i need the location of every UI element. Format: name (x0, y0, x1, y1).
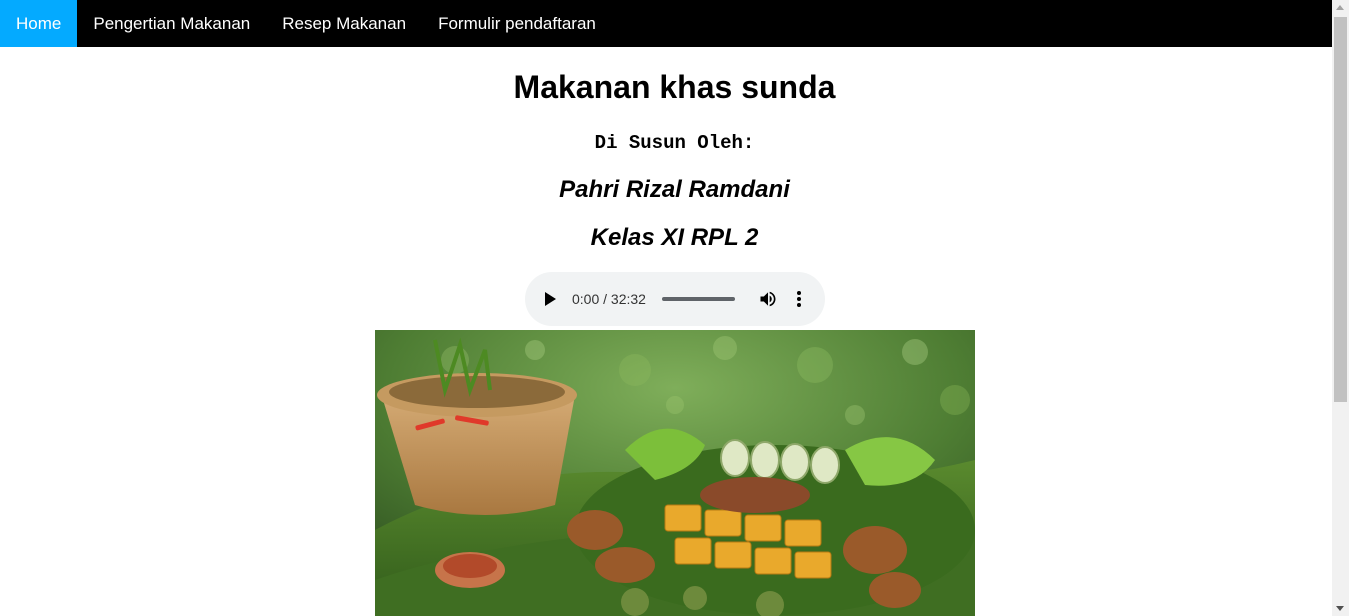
audio-progress-slider[interactable] (662, 297, 735, 301)
nav-pengertian-makanan[interactable]: Pengertian Makanan (77, 0, 266, 47)
vertical-scrollbar[interactable] (1332, 0, 1349, 616)
nav-formulir-pendaftaran[interactable]: Formulir pendaftaran (422, 0, 612, 47)
top-navbar: Home Pengertian Makanan Resep Makanan Fo… (0, 0, 1349, 47)
scrollbar-thumb[interactable] (1334, 17, 1347, 402)
food-illustration (375, 330, 975, 616)
volume-icon[interactable] (758, 289, 778, 309)
scroll-down-icon[interactable] (1336, 606, 1344, 611)
class-name: Kelas XI RPL 2 (590, 224, 759, 251)
page-title: Makanan khas sunda (513, 69, 836, 105)
nav-home[interactable]: Home (0, 0, 78, 47)
nav-resep-makanan[interactable]: Resep Makanan (266, 0, 422, 47)
page: Home Pengertian Makanan Resep Makanan Fo… (0, 0, 1349, 616)
byline-heading: Di Susun Oleh: (594, 132, 755, 154)
audio-player[interactable]: 0:00 / 32:32 (525, 272, 825, 326)
food-image (375, 330, 975, 616)
scroll-up-icon[interactable] (1336, 5, 1344, 10)
audio-time: 0:00 / 32:32 (572, 291, 646, 307)
play-icon[interactable] (545, 292, 556, 306)
more-vertical-icon[interactable] (791, 289, 807, 309)
author-name: Pahri Rizal Ramdani (559, 176, 790, 203)
